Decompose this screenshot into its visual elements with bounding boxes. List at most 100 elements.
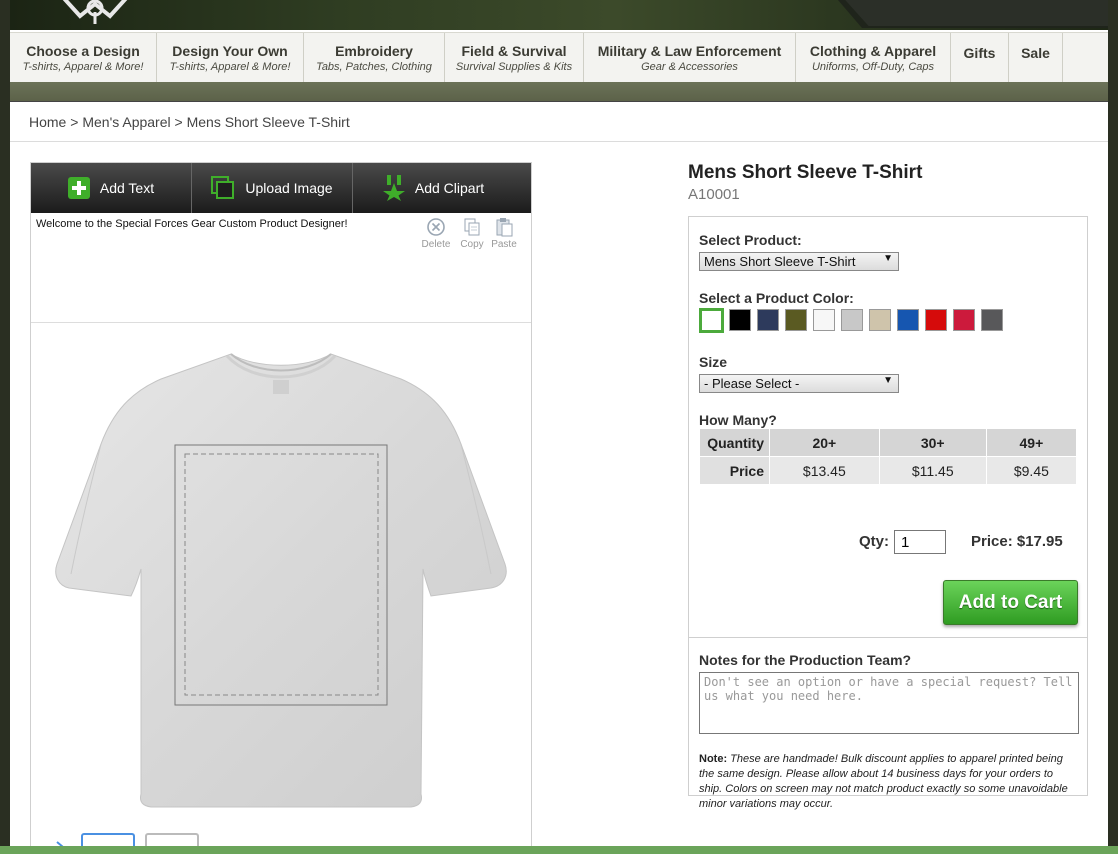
qty-input[interactable] (894, 530, 946, 554)
table-row: Quantity 20+ 30+ 49+ (699, 428, 1078, 457)
product-select-value: Mens Short Sleeve T-Shirt (704, 254, 856, 269)
designer-layers-area: Welcome to the Special Forces Gear Custo… (31, 213, 531, 323)
tier-qty: 20+ (769, 428, 880, 457)
nav-subtitle: T-shirts, Apparel & More! (169, 61, 291, 73)
color-swatch-gray[interactable] (841, 309, 863, 331)
header-banner (10, 0, 1108, 30)
size-select[interactable]: - Please Select - ▼ (699, 374, 899, 393)
add-clipart-label: Add Clipart (414, 180, 485, 196)
note-bold: Note: (699, 753, 728, 765)
tier-price: $13.45 (769, 456, 880, 485)
clipart-star-icon (382, 175, 405, 201)
color-swatch-off-white[interactable] (813, 309, 835, 331)
nav-subtitle: Survival Supplies & Kits (455, 61, 573, 73)
add-to-cart-button[interactable]: Add to Cart (943, 580, 1078, 625)
tier-price: $11.45 (878, 456, 987, 485)
nav-sale[interactable]: Sale (1009, 33, 1063, 83)
qty-label: Qty: (859, 533, 889, 550)
add-text-label: Add Text (99, 180, 155, 196)
nav-clothing-apparel[interactable]: Clothing & Apparel Uniforms, Off-Duty, C… (796, 33, 951, 83)
nav-subtitle: Tabs, Patches, Clothing (316, 61, 432, 73)
nav-title: Gifts (963, 45, 996, 61)
dropdown-arrow-icon: ▼ (883, 253, 893, 264)
tier-qty: 49+ (985, 428, 1078, 457)
color-swatch-white[interactable] (699, 308, 724, 333)
color-swatches (699, 308, 1009, 333)
main-content: Choose a Design T-shirts, Apparel & More… (10, 30, 1108, 854)
product-options: Select Product: Mens Short Sleeve T-Shir… (688, 216, 1088, 810)
main-nav: Choose a Design T-shirts, Apparel & More… (10, 32, 1108, 84)
color-swatch-crimson[interactable] (953, 309, 975, 331)
add-clipart-button[interactable]: Add Clipart (353, 163, 514, 213)
nav-subtitle: Gear & Accessories (641, 61, 738, 73)
tier-qty: 30+ (878, 428, 987, 457)
nav-gifts[interactable]: Gifts (951, 33, 1009, 83)
notes-field[interactable] (699, 672, 1079, 734)
nav-title: Sale (1021, 45, 1050, 61)
nav-field-survival[interactable]: Field & Survival Survival Supplies & Kit… (445, 33, 584, 83)
dropdown-arrow-icon: ▼ (883, 375, 893, 386)
divider (689, 637, 1087, 638)
nav-subtitle: Uniforms, Off-Duty, Caps (811, 61, 935, 73)
product-sku: A10001 (688, 186, 740, 203)
tier-price: $9.45 (985, 456, 1078, 485)
price-header: Price (699, 456, 770, 485)
nav-choose-a-design[interactable]: Choose a Design T-shirts, Apparel & More… (10, 33, 157, 83)
footer-bar (0, 846, 1118, 854)
product-designer: Add Text Upload Image Add Clipart Welcom… (30, 162, 532, 854)
copy-label: Copy (460, 239, 484, 250)
color-swatch-red[interactable] (925, 309, 947, 331)
nav-title: Embroidery (335, 43, 413, 59)
color-swatch-charcoal[interactable] (981, 309, 1003, 331)
size-select-value: - Please Select - (704, 376, 800, 391)
page: Choose a Design T-shirts, Apparel & More… (0, 0, 1118, 854)
breadcrumb: Home > Men's Apparel > Mens Short Sleeve… (10, 102, 1108, 142)
nav-title: Choose a Design (26, 43, 140, 59)
t-shirt-image (55, 353, 507, 808)
nav-subtitle: T-shirts, Apparel & More! (22, 61, 144, 73)
nav-embroidery[interactable]: Embroidery Tabs, Patches, Clothing (304, 33, 445, 83)
size-label: Size (699, 354, 728, 370)
breadcrumb-current: Mens Short Sleeve T-Shirt (186, 114, 350, 130)
nav-strip (10, 82, 1108, 102)
color-swatch-black[interactable] (729, 309, 751, 331)
upload-image-button[interactable]: Upload Image (192, 163, 353, 213)
add-text-button[interactable]: Add Text (31, 163, 192, 213)
breadcrumb-separator: > (174, 114, 183, 130)
delete-label: Delete (421, 239, 451, 250)
paste-label: Paste (491, 239, 517, 250)
breadcrumb-home[interactable]: Home (29, 114, 66, 130)
handmade-note: Note: These are handmade! Bulk discount … (699, 752, 1079, 812)
bulk-pricing-table: Quantity 20+ 30+ 49+ Price $13.45 $11.45… (699, 428, 1078, 485)
copy-icon (464, 218, 480, 236)
color-label: Select a Product Color: (699, 290, 854, 306)
breadcrumb-category[interactable]: Men's Apparel (82, 114, 170, 130)
designer-toolbar: Add Text Upload Image Add Clipart (31, 163, 531, 213)
upload-image-label: Upload Image (245, 180, 333, 196)
color-swatch-tan[interactable] (869, 309, 891, 331)
shirt-canvas[interactable] (31, 324, 531, 844)
nav-title: Military & Law Enforcement (597, 43, 782, 59)
nav-military-law-enforcement[interactable]: Military & Law Enforcement Gear & Access… (584, 33, 796, 83)
color-swatch-navy[interactable] (757, 309, 779, 331)
logo-icon[interactable] (50, 0, 140, 24)
product-select[interactable]: Mens Short Sleeve T-Shirt ▼ (699, 252, 899, 271)
color-swatch-royal-blue[interactable] (897, 309, 919, 331)
color-swatch-olive[interactable] (785, 309, 807, 331)
select-product-label: Select Product: (699, 232, 802, 248)
product-title: Mens Short Sleeve T-Shirt (688, 162, 923, 183)
paste-icon (496, 218, 513, 237)
table-row: Price $13.45 $11.45 $9.45 (699, 456, 1078, 485)
copy-button[interactable]: Copy (457, 217, 487, 250)
paste-button[interactable]: Paste (489, 217, 519, 250)
plus-icon (67, 177, 90, 199)
note-text: These are handmade! Bulk discount applie… (699, 753, 1068, 810)
delete-button[interactable]: Delete (421, 217, 451, 250)
breadcrumb-separator: > (70, 114, 79, 130)
delete-icon (427, 218, 445, 236)
nav-design-your-own[interactable]: Design Your Own T-shirts, Apparel & More… (157, 33, 304, 83)
nav-title: Design Your Own (172, 43, 288, 59)
nav-title: Field & Survival (461, 43, 567, 59)
how-many-label: How Many? (699, 412, 777, 428)
quantity-header: Quantity (699, 428, 770, 457)
